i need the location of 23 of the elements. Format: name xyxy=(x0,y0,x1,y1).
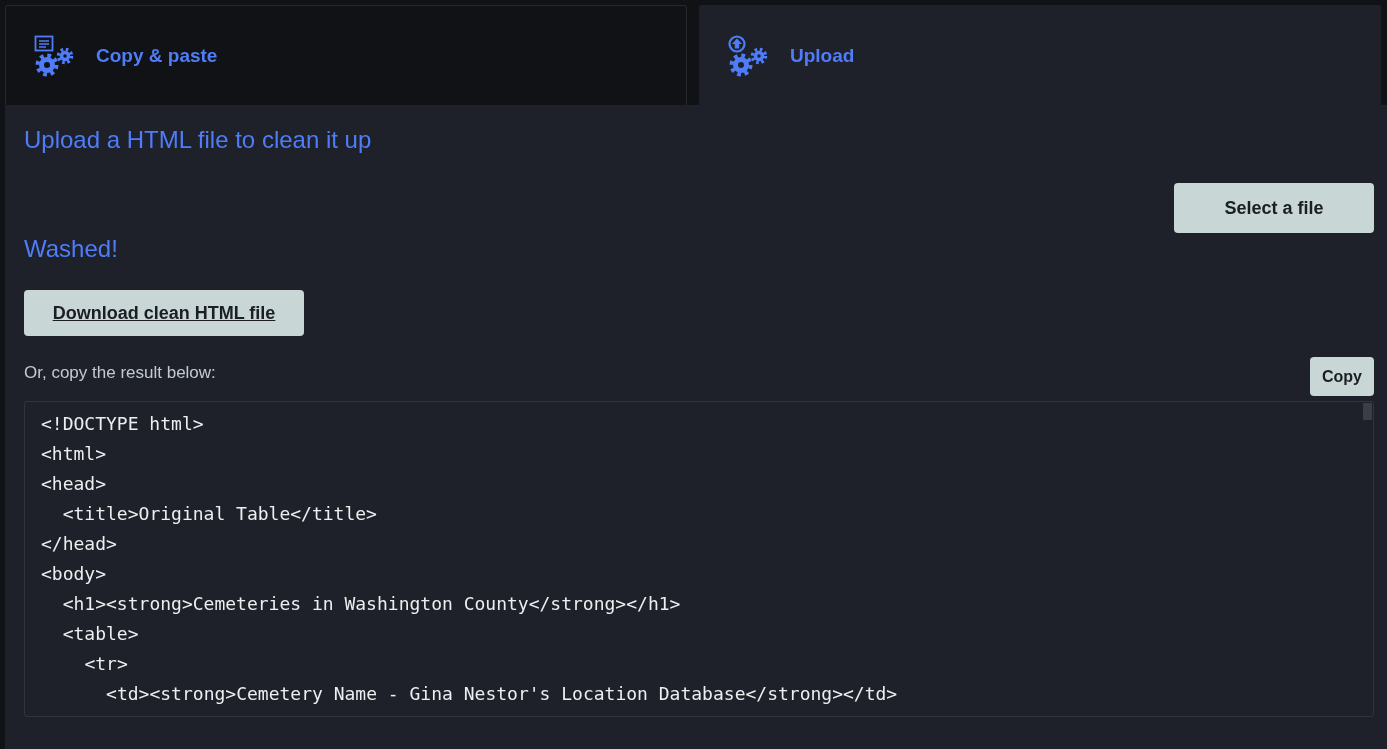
panel-heading: Upload a HTML file to clean it up xyxy=(24,125,372,155)
copy-prompt: Or, copy the result below: xyxy=(24,362,216,384)
code-line: <td><strong>Cemetery Name - Gina Nestor's Location Database</strong></td> xyxy=(106,682,898,706)
tab-label: Copy & paste xyxy=(96,44,218,67)
code-line: <h1><strong>Cemeteries in Washington County</strong></h1> xyxy=(62,592,681,616)
tab[interactable]: Copy & paste xyxy=(5,5,687,105)
upload-gears-icon xyxy=(728,34,770,77)
tab-label: Upload xyxy=(790,44,855,67)
code-line: </head> xyxy=(41,532,117,556)
scrollbar-thumb[interactable] xyxy=(1363,403,1372,420)
tab[interactable]: Upload xyxy=(699,5,1381,105)
document-gears-icon xyxy=(34,34,76,77)
code-line: <title>Original Table</title> xyxy=(62,502,377,526)
code-line: <tr> xyxy=(84,652,128,676)
code-line: <table> xyxy=(62,622,139,646)
status-message: Washed! xyxy=(24,234,118,264)
code-line: <body> xyxy=(41,562,107,586)
code-line: <!DOCTYPE html> xyxy=(41,412,204,436)
code-line: <html> xyxy=(41,442,107,466)
code-line: <head> xyxy=(41,472,107,496)
download-button[interactable]: Download clean HTML file xyxy=(24,290,304,336)
copy-button[interactable]: Copy xyxy=(1310,357,1374,396)
select-file-button[interactable]: Select a file xyxy=(1174,183,1374,233)
